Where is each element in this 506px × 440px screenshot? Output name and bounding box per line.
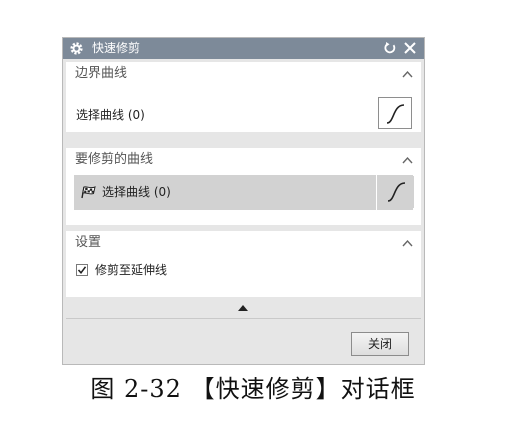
group-title: 边界曲线 <box>75 66 128 81</box>
quick-trim-dialog: 快速修剪 边界曲线 选择曲线 (0) 要修剪的曲线 选择曲线 (0) 设置 修剪… <box>62 37 425 365</box>
close-icon[interactable] <box>403 41 417 55</box>
select-curve-row-active[interactable]: 选择曲线 (0) <box>74 175 414 210</box>
curves-to-trim-group: 要修剪的曲线 选择曲线 (0) <box>66 148 421 225</box>
checkmark-icon <box>77 266 87 275</box>
chevron-up-icon[interactable] <box>402 239 413 247</box>
curves-to-trim-header[interactable]: 要修剪的曲线 <box>66 148 421 172</box>
figure-caption: 图 2-32 【快速修剪】对话框 <box>90 375 416 403</box>
dialog-titlebar[interactable]: 快速修剪 <box>63 38 424 59</box>
close-button[interactable]: 关闭 <box>351 332 409 356</box>
dialog-title: 快速修剪 <box>92 41 141 55</box>
footer-divider <box>66 318 421 319</box>
boundary-curves-header[interactable]: 边界曲线 <box>66 62 421 86</box>
reset-icon[interactable] <box>383 41 397 55</box>
chevron-up-icon[interactable] <box>402 70 413 78</box>
gear-icon <box>70 42 83 55</box>
curve-icon <box>386 104 405 124</box>
curve-icon <box>387 182 406 202</box>
settings-header[interactable]: 设置 <box>66 231 421 255</box>
select-curve-label: 选择曲线 (0) <box>102 185 171 199</box>
boundary-curves-group: 边界曲线 选择曲线 (0) <box>66 62 421 132</box>
trim-to-extension-checkbox[interactable] <box>76 264 88 276</box>
triangle-up-icon <box>238 305 248 311</box>
select-curve-label: 选择曲线 (0) <box>76 108 145 122</box>
group-title: 要修剪的曲线 <box>75 152 154 167</box>
group-title: 设置 <box>75 235 102 250</box>
checkered-flag-icon <box>81 186 96 199</box>
chevron-up-icon[interactable] <box>402 156 413 164</box>
select-curve-button[interactable] <box>378 97 412 129</box>
trim-to-extension-label: 修剪至延伸线 <box>95 263 168 277</box>
select-curve-button[interactable] <box>380 176 414 208</box>
row-separator <box>376 175 377 210</box>
more-options-toggle[interactable] <box>66 300 421 315</box>
settings-group: 设置 修剪至延伸线 <box>66 231 421 297</box>
